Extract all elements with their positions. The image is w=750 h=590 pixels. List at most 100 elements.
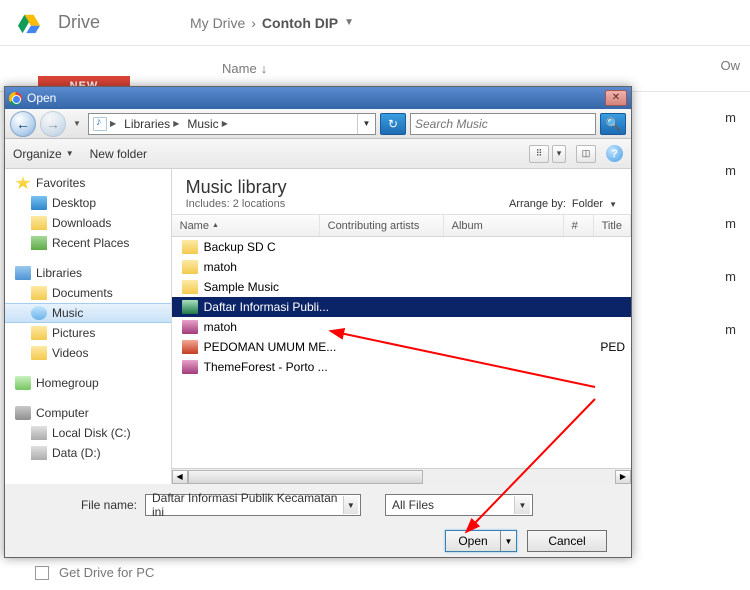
arrange-value: Folder	[572, 198, 603, 210]
open-split-dropdown[interactable]: ▼	[500, 531, 516, 551]
search-input[interactable]	[415, 117, 591, 131]
search-field[interactable]	[410, 113, 596, 135]
sidebar-computer[interactable]: Computer	[5, 403, 171, 423]
file-name: Backup SD C	[204, 240, 276, 254]
path-leaf[interactable]: Music	[187, 117, 218, 131]
refresh-button[interactable]: ↻	[380, 113, 406, 135]
sidebar-item-local-disk-c[interactable]: Local Disk (C:)	[5, 423, 171, 443]
folder-icon	[182, 280, 198, 294]
sidebar-item-data-d[interactable]: Data (D:)	[5, 443, 171, 463]
col-album[interactable]: Album	[444, 215, 564, 236]
file-row[interactable]: Backup SD C	[172, 237, 631, 257]
file-list[interactable]: Backup SD C matoh Sample Music Daftar Infor…	[172, 237, 631, 468]
address-dropdown[interactable]: ▼	[357, 114, 375, 134]
sidebar-item-documents[interactable]: Documents	[5, 283, 171, 303]
search-button[interactable]: 🔍	[600, 113, 626, 135]
rar-icon	[182, 360, 198, 374]
dialog-title: Open	[27, 91, 56, 105]
titlebar[interactable]: Open ✕	[5, 87, 631, 109]
folder-icon	[182, 260, 198, 274]
sidebar-favorites[interactable]: Favorites	[5, 173, 171, 193]
scroll-thumb[interactable]	[188, 470, 423, 484]
file-row[interactable]: matoh	[172, 317, 631, 337]
rar-icon	[182, 320, 198, 334]
videos-icon	[31, 346, 47, 360]
sidebar-libraries[interactable]: Libraries	[5, 263, 171, 283]
chevron-right-icon[interactable]: ▶	[222, 119, 228, 128]
scroll-left-button[interactable]: ◀	[172, 470, 188, 484]
filename-input[interactable]: Daftar Informasi Publik Kecamatan ini ▼	[145, 494, 361, 516]
documents-icon	[31, 286, 47, 300]
chevron-right-icon[interactable]: ▶	[173, 119, 179, 128]
filename-label: File name:	[17, 498, 137, 512]
breadcrumb-caret-icon[interactable]: ▼	[344, 17, 354, 28]
arrange-by[interactable]: Arrange by: Folder ▼	[509, 198, 617, 210]
filetype-value: All Files	[392, 498, 434, 512]
open-dialog: Open ✕ ← → ▼ ▶ Libraries▶ Music▶ ▼ ↻ 🔍 O…	[4, 86, 632, 558]
breadcrumb-leaf[interactable]: Contoh DIP	[262, 15, 338, 31]
address-bar[interactable]: ▶ Libraries▶ Music▶ ▼	[88, 113, 376, 135]
computer-icon	[15, 406, 31, 420]
pictures-icon	[31, 326, 47, 340]
chevron-down-icon: ▼	[66, 149, 74, 158]
file-row[interactable]: PEDOMAN UMUM ME... PED	[172, 337, 631, 357]
file-row[interactable]: Daftar Informasi Publi...	[172, 297, 631, 317]
content-subtitle: Includes: 2 locations	[186, 198, 287, 210]
view-mode-button[interactable]: ⠿	[529, 145, 549, 163]
col-title[interactable]: Title	[594, 215, 631, 236]
scroll-right-button[interactable]: ▶	[615, 470, 631, 484]
sidebar-item-desktop[interactable]: Desktop	[5, 193, 171, 213]
open-button[interactable]: Open ▼	[445, 530, 517, 552]
filetype-select[interactable]: All Files ▼	[385, 494, 533, 516]
sidebar-homegroup[interactable]: Homegroup	[5, 373, 171, 393]
recent-icon	[31, 236, 47, 250]
col-hash[interactable]: #	[564, 215, 594, 236]
drive-icon	[31, 426, 47, 440]
breadcrumb-root[interactable]: My Drive	[190, 15, 245, 31]
nav-back-button[interactable]: ←	[10, 111, 36, 137]
new-folder-button[interactable]: New folder	[90, 147, 147, 161]
cancel-button[interactable]: Cancel	[527, 530, 607, 552]
drive-title: Drive	[58, 12, 100, 33]
chevron-down-icon[interactable]: ▼	[343, 496, 358, 514]
view-dropdown[interactable]: ▾	[552, 145, 566, 163]
file-name: Daftar Informasi Publi...	[204, 300, 329, 314]
get-drive-link[interactable]: Get Drive for PC	[35, 565, 154, 580]
content-title: Music library	[186, 177, 287, 198]
column-name[interactable]: Name ↓	[222, 61, 267, 76]
sidebar-item-videos[interactable]: Videos	[5, 343, 171, 363]
path-root[interactable]: Libraries	[124, 117, 170, 131]
sidebar-item-music[interactable]: Music	[5, 303, 171, 323]
column-owner[interactable]: Ow	[721, 58, 741, 73]
file-name: matoh	[204, 320, 237, 334]
help-button[interactable]: ?	[606, 145, 623, 162]
preview-pane-button[interactable]: ◫	[576, 145, 596, 163]
breadcrumb[interactable]: My Drive › Contoh DIP ▼	[190, 15, 354, 31]
close-button[interactable]: ✕	[605, 90, 627, 106]
sidebar-item-pictures[interactable]: Pictures	[5, 323, 171, 343]
file-row[interactable]: Sample Music	[172, 277, 631, 297]
nav-forward-button[interactable]: →	[40, 111, 66, 137]
chevron-down-icon[interactable]: ▼	[514, 496, 530, 514]
column-headers[interactable]: Name▲ Contributing artists Album # Title	[172, 215, 631, 237]
organize-menu[interactable]: Organize ▼	[13, 147, 74, 161]
scroll-track[interactable]	[188, 470, 615, 484]
nav-history-dropdown[interactable]: ▼	[70, 113, 84, 135]
sort-down-icon: ↓	[261, 61, 268, 76]
file-name: Sample Music	[204, 280, 279, 294]
file-row[interactable]: matoh	[172, 257, 631, 277]
desktop-icon	[31, 196, 47, 210]
horizontal-scrollbar[interactable]: ◀ ▶	[172, 468, 631, 484]
col-contributing[interactable]: Contributing artists	[320, 215, 444, 236]
file-row[interactable]: ThemeForest - Porto ...	[172, 357, 631, 377]
file-name: PEDOMAN UMUM ME...	[204, 340, 337, 354]
col-name[interactable]: Name▲	[172, 215, 320, 236]
file-name: ThemeForest - Porto ...	[204, 360, 328, 374]
folder-icon	[182, 240, 198, 254]
sidebar-item-recent[interactable]: Recent Places	[5, 233, 171, 253]
sidebar-item-downloads[interactable]: Downloads	[5, 213, 171, 233]
music-icon	[31, 306, 47, 320]
chevron-down-icon: ▼	[609, 200, 617, 209]
chevron-right-icon[interactable]: ▶	[110, 119, 116, 128]
file-title-col: PED	[342, 340, 631, 354]
